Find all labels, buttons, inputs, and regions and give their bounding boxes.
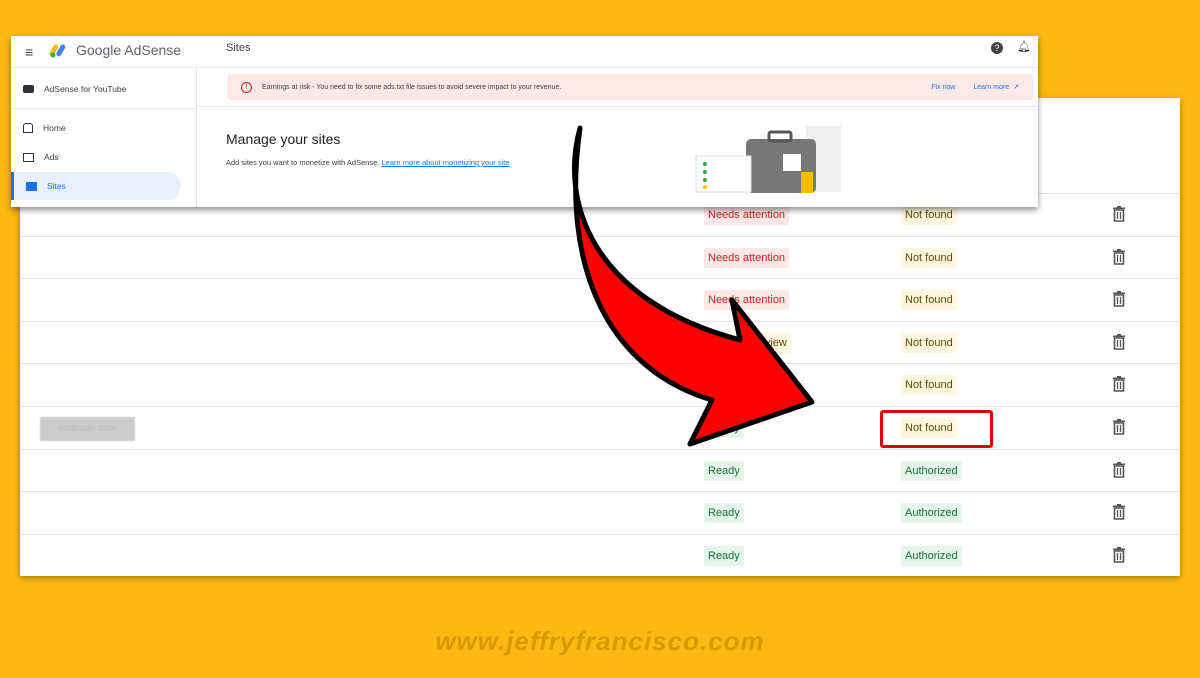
watermark: www.jeffryfrancisco.com [435, 626, 765, 656]
red-arrow-annotation [572, 125, 815, 447]
